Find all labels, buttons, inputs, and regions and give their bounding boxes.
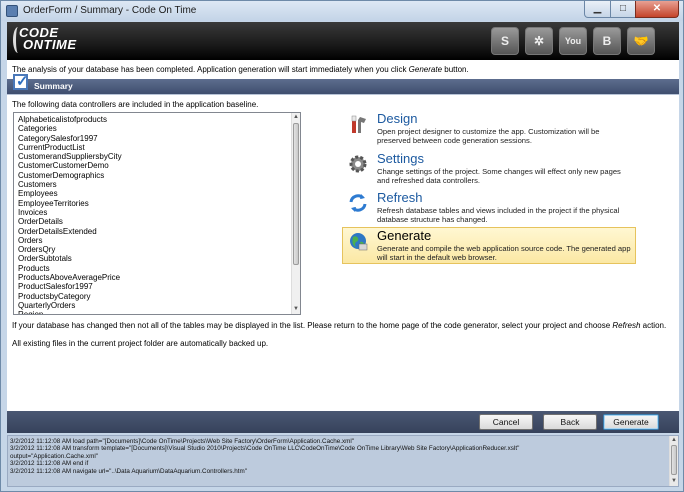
- aperture-icon[interactable]: ✲: [525, 27, 553, 55]
- action-title: Design: [377, 111, 418, 126]
- list-item[interactable]: Alphabeticalistofproducts: [18, 115, 122, 124]
- checkbox-icon: [13, 72, 29, 90]
- list-item[interactable]: Customers: [18, 180, 122, 189]
- list-item[interactable]: OrderDetailsExtended: [18, 227, 122, 236]
- log-line: 3/2/2012 11:12:08 AM navigate url="..\Da…: [10, 467, 247, 475]
- list-item[interactable]: CustomerCustomerDemo: [18, 161, 122, 170]
- scroll-up-icon[interactable]: ▲: [670, 436, 678, 445]
- controllers-listbox[interactable]: Alphabeticalistofproducts Categories Categ…: [13, 112, 301, 315]
- scroll-thumb[interactable]: [671, 445, 677, 475]
- action-desc: Change settings of the project. Some cha…: [377, 167, 621, 185]
- controllers-caption: The following data controllers are inclu…: [12, 100, 259, 109]
- log-panel[interactable]: 3/2/2012 11:12:08 AM load path="[Documen…: [7, 435, 679, 487]
- app-icon: [6, 5, 18, 17]
- action-refresh[interactable]: Refresh Refresh database tables and view…: [343, 190, 637, 226]
- back-button[interactable]: Back: [543, 414, 597, 430]
- title-bar[interactable]: OrderForm / Summary - Code On Time ▁ □ ✕: [1, 1, 683, 21]
- backup-note: All existing files in the current projec…: [12, 339, 269, 348]
- globe-icon: [350, 233, 368, 251]
- log-scrollbar[interactable]: ▲ ▼: [669, 436, 678, 486]
- scroll-thumb[interactable]: [293, 123, 299, 265]
- minimize-button[interactable]: ▁: [584, 1, 611, 18]
- window-title: OrderForm / Summary - Code On Time: [23, 5, 197, 16]
- controllers-list: Alphabeticalistofproducts Categories Categ…: [18, 115, 122, 314]
- handshake-icon[interactable]: 🤝: [627, 27, 655, 55]
- log-line: 3/2/2012 11:12:08 AM load path="[Documen…: [10, 438, 355, 445]
- refresh-note: If your database has changed then not al…: [12, 321, 667, 330]
- divider: [7, 94, 679, 95]
- action-title: Generate: [377, 228, 432, 243]
- close-button[interactable]: ✕: [635, 1, 679, 18]
- gear-icon: [349, 155, 367, 173]
- scroll-down-icon[interactable]: ▼: [670, 477, 678, 486]
- listbox-scrollbar[interactable]: ▲ ▼: [291, 113, 300, 314]
- list-item[interactable]: Categories: [18, 124, 122, 133]
- log-line: 3/2/2012 11:12:08 AM transform template=…: [10, 445, 520, 453]
- blogger-icon[interactable]: B: [593, 27, 621, 55]
- list-item[interactable]: OrderDetails: [18, 217, 122, 226]
- code-ontime-logo: CODE ONTIME: [13, 26, 77, 53]
- list-item[interactable]: OrdersQry: [18, 245, 122, 254]
- app-window: OrderForm / Summary - Code On Time ▁ □ ✕…: [0, 0, 684, 492]
- logo-swoosh-icon: [13, 27, 23, 53]
- sitemap-icon[interactable]: S: [491, 27, 519, 55]
- action-design[interactable]: Design Open project designer to customiz…: [343, 111, 637, 147]
- log-lines: 3/2/2012 11:12:08 AM load path="[Documen…: [10, 438, 665, 475]
- list-item[interactable]: Invoices: [18, 208, 122, 217]
- list-item[interactable]: Region: [18, 310, 122, 314]
- cancel-button[interactable]: Cancel: [479, 414, 533, 430]
- intro-text: The analysis of your database has been c…: [12, 65, 469, 74]
- maximize-button[interactable]: □: [610, 1, 636, 18]
- list-item[interactable]: ProductsbyCategory: [18, 292, 122, 301]
- list-item[interactable]: EmployeeTerritories: [18, 199, 122, 208]
- action-title: Refresh: [377, 190, 423, 205]
- list-item[interactable]: QuarterlyOrders: [18, 301, 122, 310]
- generate-button[interactable]: Generate: [603, 414, 659, 430]
- youtube-icon[interactable]: You: [559, 27, 587, 55]
- scroll-down-icon[interactable]: ▼: [292, 305, 300, 314]
- summary-title: Summary: [34, 81, 73, 91]
- list-item[interactable]: CustomerandSuppliersbyCity: [18, 152, 122, 161]
- action-generate[interactable]: Generate Generate and compile the web ap…: [342, 227, 636, 264]
- log-line: 3/2/2012 11:12:08 AM end if: [10, 460, 89, 468]
- refresh-icon: [349, 194, 367, 212]
- list-item[interactable]: CurrentProductList: [18, 143, 122, 152]
- list-item[interactable]: Employees: [18, 189, 122, 198]
- footer-bar: Cancel Back Generate: [7, 411, 679, 433]
- log-line: output="Application.Cache.xml": [10, 452, 98, 460]
- header-banner: CODE ONTIME S ✲ You B 🤝: [7, 22, 679, 60]
- action-desc: Refresh database tables and views includ…: [377, 206, 620, 224]
- content-panel: The analysis of your database has been c…: [7, 60, 679, 411]
- list-item[interactable]: ProductSalesfor1997: [18, 282, 122, 291]
- list-item[interactable]: Orders: [18, 236, 122, 245]
- action-desc: Open project designer to customize the a…: [377, 127, 600, 145]
- list-item[interactable]: ProductsAboveAveragePrice: [18, 273, 122, 282]
- action-settings[interactable]: Settings Change settings of the project.…: [343, 151, 637, 187]
- list-item[interactable]: OrderSubtotals: [18, 254, 122, 263]
- list-item[interactable]: Products: [18, 264, 122, 273]
- list-item[interactable]: CustomerDemographics: [18, 171, 122, 180]
- action-desc: Generate and compile the web application…: [377, 244, 631, 262]
- action-title: Settings: [377, 151, 424, 166]
- scroll-up-icon[interactable]: ▲: [292, 113, 300, 122]
- design-tools-icon: [351, 115, 366, 133]
- list-item[interactable]: CategorySalesfor1997: [18, 134, 122, 143]
- summary-header: Summary: [7, 79, 679, 94]
